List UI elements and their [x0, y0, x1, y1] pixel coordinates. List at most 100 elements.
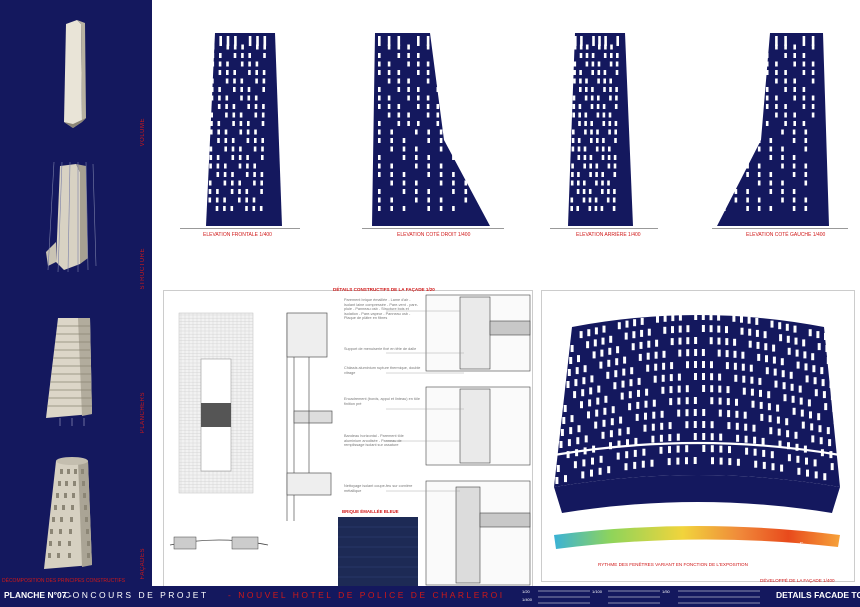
window-mark: [208, 180, 212, 186]
sheet-title: DETAILS FACADE TOUR: [776, 590, 860, 600]
fan-window-mark: [588, 399, 592, 407]
fan-window-mark: [555, 477, 559, 484]
window-mark: [427, 163, 430, 169]
window-mark: [600, 206, 604, 211]
window-mark: [260, 180, 263, 186]
fan-window-mark: [771, 463, 775, 471]
window-mark: [804, 138, 808, 143]
window-mark: [232, 112, 236, 118]
window-mark: [596, 138, 599, 143]
window-mark: [439, 206, 443, 211]
elevation-cote-gauche: [717, 33, 829, 226]
fan-window-mark: [741, 363, 745, 371]
fan-window-mark: [797, 467, 801, 475]
fan-window-mark: [693, 421, 697, 428]
development-caption: Développé de la façade 1/400: [760, 578, 835, 583]
window-mark: [609, 61, 613, 67]
window-mark: [378, 104, 381, 109]
fan-window-mark: [765, 367, 769, 375]
fan-window-mark: [582, 377, 586, 385]
fan-window-mark: [685, 385, 689, 393]
window-mark: [792, 197, 796, 203]
window-mark: [452, 138, 455, 143]
window-mark: [233, 53, 237, 58]
window-mark: [215, 197, 219, 203]
ground-line: [362, 228, 504, 229]
window-mark: [589, 155, 593, 160]
fan-window-mark: [765, 355, 768, 363]
fan-window-mark: [709, 337, 713, 345]
window-mark: [238, 180, 241, 186]
fan-window-mark: [740, 327, 744, 335]
window-mark: [256, 44, 259, 50]
fan-window-mark: [837, 453, 841, 460]
scale-label: 1/100: [592, 589, 603, 594]
window-mark: [415, 146, 418, 152]
left-caption: Décomposition des principes constructifs: [2, 578, 126, 584]
window-mark: [397, 104, 401, 109]
window-mark: [464, 180, 468, 186]
fan-window-mark: [676, 457, 680, 465]
window-mark: [597, 78, 600, 84]
fan-window-mark: [623, 356, 627, 364]
window-mark: [415, 129, 418, 135]
window-mark: [211, 78, 214, 84]
fan-window-mark: [609, 335, 613, 343]
window-mark: [793, 121, 796, 126]
window-mark: [261, 155, 264, 160]
fan-window-mark: [694, 361, 697, 368]
fan-window-mark: [598, 467, 602, 475]
window-mark: [613, 172, 617, 177]
fan-window-mark: [581, 471, 585, 479]
window-mark: [603, 70, 607, 75]
window-mark: [223, 206, 226, 211]
window-mark: [603, 87, 606, 92]
window-mark: [765, 61, 769, 67]
window-mark: [378, 121, 381, 126]
fan-window-mark: [614, 370, 618, 378]
window-mark: [811, 112, 815, 118]
fan-window-mark: [840, 477, 844, 484]
fan-window-mark: [678, 313, 682, 321]
window-mark: [577, 172, 580, 177]
window-mark: [218, 70, 222, 75]
window-mark: [397, 78, 401, 84]
fan-window-mark: [671, 314, 675, 322]
window-mark: [578, 112, 581, 118]
fan-window-mark: [650, 459, 654, 467]
fan-window-mark: [814, 389, 818, 397]
window-mark: [615, 95, 618, 101]
elevation-frontale: [206, 33, 282, 226]
window-mark: [415, 197, 418, 203]
fan-window-mark: [727, 410, 731, 418]
window-mark: [246, 155, 249, 160]
window-mark: [594, 197, 598, 203]
fan-window-mark: [663, 326, 667, 334]
fan-window-mark: [718, 385, 722, 393]
window-mark: [239, 146, 242, 152]
elevation-cote-droit: [372, 33, 490, 226]
window-mark: [577, 180, 580, 186]
window-mark: [781, 155, 784, 160]
left-panel: [0, 0, 152, 586]
window-mark: [209, 155, 213, 160]
window-mark: [439, 180, 443, 186]
window-mark: [613, 155, 617, 160]
window-mark: [407, 61, 410, 67]
window-mark: [262, 104, 265, 109]
window-mark: [804, 163, 808, 169]
window-mark: [231, 180, 234, 186]
fan-window-mark: [677, 373, 681, 381]
window-mark: [775, 112, 778, 118]
fan-window-mark: [808, 329, 812, 337]
window-mark: [261, 146, 264, 152]
window-mark: [226, 61, 229, 67]
fan-window-mark: [616, 452, 620, 460]
fan-window-mark: [678, 349, 682, 357]
window-mark: [570, 180, 574, 186]
window-mark: [246, 163, 249, 169]
fan-window-mark: [652, 399, 656, 407]
window-mark: [765, 53, 769, 58]
window-mark: [464, 189, 468, 194]
window-mark: [579, 78, 582, 84]
